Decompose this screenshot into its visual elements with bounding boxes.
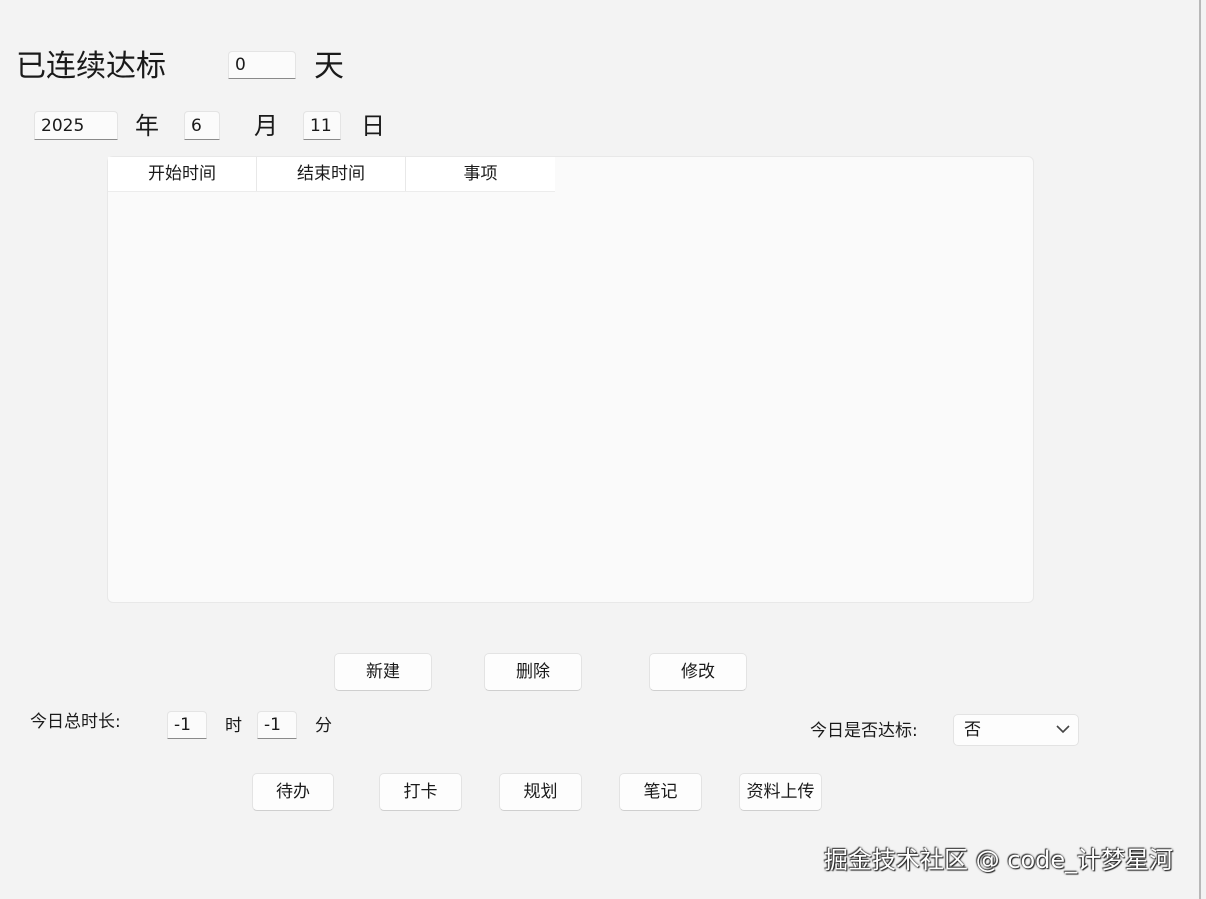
schedule-table[interactable]: 开始时间 结束时间 事项: [107, 156, 1034, 603]
goal-reached-value: 否: [964, 720, 981, 740]
delete-button[interactable]: 删除: [484, 653, 582, 691]
window-right-border: [1199, 0, 1201, 899]
watermark: 掘金技术社区 @ code_计梦星河: [824, 846, 1174, 874]
goal-reached-label: 今日是否达标:: [810, 721, 918, 741]
month-label: 月: [254, 112, 278, 140]
minutes-input[interactable]: [257, 711, 297, 739]
new-button[interactable]: 新建: [334, 653, 432, 691]
hours-input[interactable]: [167, 711, 207, 739]
notes-button[interactable]: 笔记: [619, 773, 702, 811]
column-header-item[interactable]: 事项: [406, 157, 555, 191]
day-input[interactable]: [303, 111, 341, 140]
edit-button[interactable]: 修改: [649, 653, 747, 691]
plan-button[interactable]: 规划: [499, 773, 582, 811]
minutes-label: 分: [315, 716, 332, 736]
total-duration-label: 今日总时长:: [30, 712, 121, 732]
streak-label: 已连续达标: [16, 49, 166, 84]
day-label: 日: [361, 112, 385, 140]
goal-reached-select[interactable]: 否: [953, 714, 1079, 746]
column-header-end-time[interactable]: 结束时间: [257, 157, 406, 191]
year-input[interactable]: [34, 111, 118, 140]
year-label: 年: [135, 112, 159, 140]
streak-days-input[interactable]: [228, 51, 296, 79]
month-input[interactable]: [184, 111, 220, 140]
app-window: 已连续达标 天 年 月 日 开始时间 结束时间 事项 新建 删除 修改 今日总时…: [0, 0, 1206, 899]
upload-materials-button[interactable]: 资料上传: [739, 773, 822, 811]
chevron-down-icon: [1056, 725, 1070, 734]
checkin-button[interactable]: 打卡: [379, 773, 462, 811]
hours-label: 时: [225, 716, 242, 736]
streak-unit-label: 天: [314, 49, 344, 84]
todo-button[interactable]: 待办: [252, 773, 334, 811]
table-header: 开始时间 结束时间 事项: [108, 157, 555, 192]
column-header-start-time[interactable]: 开始时间: [108, 157, 257, 191]
